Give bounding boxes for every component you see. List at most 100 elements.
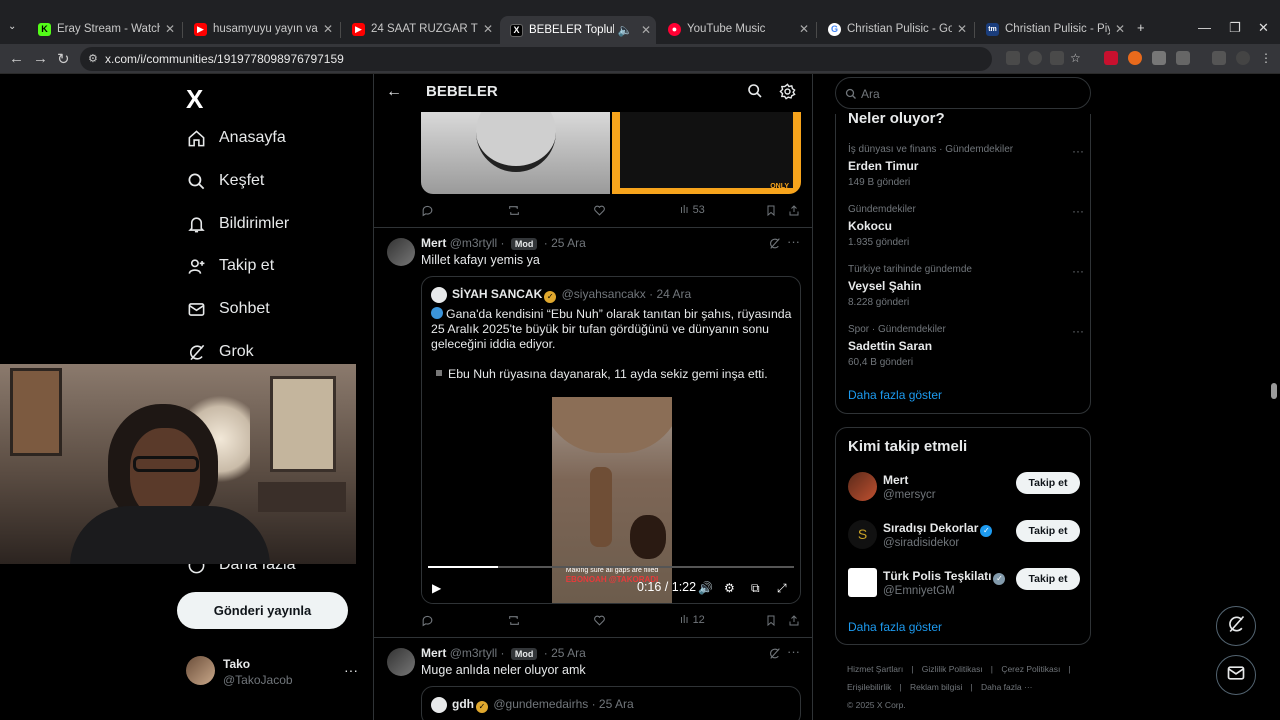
follow-suggestion[interactable]: S Sıradışı Dekorlar ✓ @siradisidekor Taki… [848,520,1080,554]
gear-icon[interactable] [779,83,797,101]
trend-item[interactable]: İş dünyası ve finans · Gündemdekiler Erd… [848,144,1084,188]
volume-icon[interactable]: 🔊 [698,581,713,595]
menu-kebab-icon[interactable]: ⋮ [1260,51,1274,65]
grok-post-icon[interactable] [768,647,782,661]
tab-x-bebeler[interactable]: X BEBELER Topluluk / X 🔈 ✕ [500,16,656,44]
close-icon[interactable]: ✕ [478,22,498,36]
bookmark-icon[interactable] [765,614,777,627]
share-icon[interactable] [788,614,800,627]
sidebar-item-notifications[interactable]: Bildirimler [186,209,289,239]
follow-button[interactable]: Takip et [1016,472,1080,494]
more-dots-icon[interactable]: ··· [1072,144,1084,158]
play-icon[interactable]: ▶ [432,581,441,595]
more-dots-icon[interactable]: ··· [344,662,358,678]
profile-avatar-icon[interactable] [1236,51,1250,65]
extension-red-icon[interactable] [1104,51,1118,65]
account-switcher[interactable]: Tako @TakoJacob ··· [186,656,366,690]
reply-icon[interactable] [421,614,434,627]
more-dots-icon[interactable]: ··· [1072,264,1084,278]
close-icon[interactable]: ✕ [1110,22,1130,36]
show-more-link[interactable]: Daha fazla göster [848,388,942,402]
close-icon[interactable]: ✕ [794,22,814,36]
quoted-post[interactable]: gdh ✓ @gundemedairhs · 25 Ara [421,686,801,720]
author-handle[interactable]: @m3rtyll [450,236,498,250]
search-icon[interactable] [747,83,765,101]
post-date[interactable]: · 25 Ara [544,646,586,660]
tab-transfermarkt[interactable]: tm Christian Pulisic - Piyasa değer ✕ [976,14,1130,44]
avatar[interactable] [387,648,415,676]
translate-icon[interactable] [1006,51,1020,65]
extension-gray-icon[interactable] [1152,51,1166,65]
search-input[interactable]: Ara [835,77,1091,109]
sidebar-item-follow[interactable]: Takip et [186,251,274,281]
minimize-icon[interactable]: — [1198,20,1211,35]
quoted-post[interactable]: SİYAH SANCAK ✓ @siyahsancakx · 24 Ara Gan… [421,276,801,604]
avatar[interactable] [387,238,415,266]
sidebar-item-explore[interactable]: Keşfet [186,166,264,196]
tab-youtube-music[interactable]: ● YouTube Music ✕ [658,14,814,44]
video-player[interactable]: Making sure all gaps are filled EBONOAH … [422,391,800,603]
new-tab-icon[interactable]: + [1137,20,1145,35]
grok-post-icon[interactable] [768,237,782,251]
post-button[interactable]: Gönderi yayınla [177,592,348,629]
tab-kick[interactable]: K Eray Stream - Watch Live on Kic ✕ [28,14,180,44]
footer-link[interactable]: Erişilebilirlik [847,682,891,692]
x-logo[interactable]: X [186,84,203,115]
follow-button[interactable]: Takip et [1016,568,1080,590]
picture-in-picture-icon[interactable]: ⧉ [751,581,760,596]
restore-icon[interactable]: ❐ [1229,20,1241,36]
tab-youtube-2[interactable]: ▶ 24 SAAT RÜZGAR TÜRBİNİNDE ✕ [342,14,498,44]
close-window-icon[interactable]: ✕ [1258,20,1269,36]
site-info-icon[interactable]: ⚙ [88,52,98,65]
extension-orange-icon[interactable] [1128,51,1142,65]
messages-fab-button[interactable] [1216,655,1256,695]
zoom-icon[interactable] [1028,51,1042,65]
like-icon[interactable] [593,204,606,217]
video-progress-bar[interactable] [428,566,794,568]
trend-item[interactable]: Türkiye tarihinde gündemde Veysel Şahin … [848,264,1084,308]
like-icon[interactable] [593,614,606,627]
grok-fab-button[interactable] [1216,606,1256,646]
author-name[interactable]: Mert [421,646,446,660]
close-icon[interactable]: ✕ [160,22,180,36]
back-icon[interactable]: ← [9,50,24,67]
views-stat[interactable]: ılı 53 [680,204,705,216]
more-dots-icon[interactable]: ··· [787,644,801,659]
forward-icon[interactable]: → [33,50,48,67]
settings-icon[interactable]: ⚙ [724,581,735,595]
footer-link[interactable]: Hizmet Şartları [847,664,903,674]
follow-suggestion[interactable]: Türk Polis Teşkilatı ✓ @EmniyetGM Takip e… [848,568,1080,602]
tab-google[interactable]: G Christian Pulisic - Google'da Ar ✕ [818,14,972,44]
more-dots-icon[interactable]: ··· [1072,324,1084,338]
tab-youtube-1[interactable]: ▶ husamyuyu yayın vakti 13 - You ✕ [184,14,338,44]
media-control-icon[interactable] [1212,51,1226,65]
repost-icon[interactable] [507,614,521,627]
author-name[interactable]: Mert [421,236,446,250]
footer-link[interactable]: Gizlilik Politikası [922,664,983,674]
page-scrollbar[interactable] [1271,383,1277,399]
sidebar-item-grok[interactable]: Grok [186,337,254,367]
speaker-icon[interactable]: 🔈 [614,23,636,37]
close-icon[interactable]: ✕ [952,22,972,36]
bookmark-icon[interactable] [765,204,777,217]
more-dots-icon[interactable]: ··· [1072,204,1084,218]
reload-icon[interactable]: ↻ [57,50,70,68]
reply-icon[interactable] [421,204,434,217]
close-icon[interactable]: ✕ [318,22,338,36]
share-icon[interactable] [788,204,800,217]
author-handle[interactable]: @m3rtyll [450,646,498,660]
extensions-puzzle-icon[interactable] [1176,51,1190,65]
sidebar-item-chat[interactable]: Sohbet [186,294,270,324]
back-arrow-icon[interactable]: ← [386,83,402,101]
bookmark-star-icon[interactable]: ☆ [1070,51,1084,65]
sidebar-item-home[interactable]: Anasayfa [186,123,286,153]
views-stat[interactable]: ılı 12 [680,614,705,626]
fullscreen-icon[interactable]: ⤢ [777,581,787,596]
repost-icon[interactable] [507,204,521,217]
trend-item[interactable]: Spor · Gündemdekiler Sadettin Saran 60,4… [848,324,1084,368]
address-bar[interactable]: ⚙ x.com/i/communities/191977809897679715… [80,47,992,71]
trend-item[interactable]: Gündemdekiler Kokocu 1.935 gönderi ··· [848,204,1084,248]
footer-link[interactable]: Daha fazla ··· [981,682,1033,692]
follow-button[interactable]: Takip et [1016,520,1080,542]
more-dots-icon[interactable]: ··· [787,234,801,249]
